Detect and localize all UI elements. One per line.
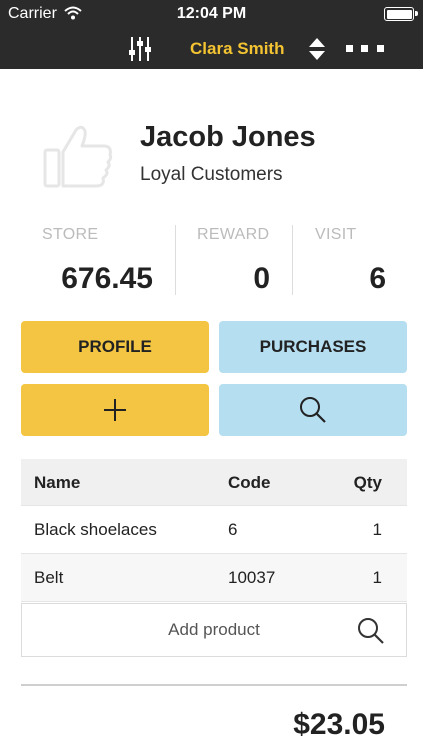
- plus-icon: [104, 399, 126, 421]
- stat-store-value: 676.45: [61, 262, 153, 295]
- row-code: 10037: [228, 568, 276, 587]
- thumbs-up-icon: [42, 122, 116, 192]
- sort-arrows-icon[interactable]: [307, 36, 327, 62]
- stat-reward-label: REWARD: [197, 226, 270, 243]
- stat-divider: [292, 225, 293, 295]
- add-button[interactable]: [21, 384, 209, 436]
- current-user[interactable]: Clara Smith: [190, 35, 284, 63]
- purchases-button[interactable]: PURCHASES: [219, 321, 407, 373]
- table-row[interactable]: Belt 10037 1: [21, 554, 407, 602]
- row-code: 6: [228, 520, 238, 539]
- stat-store-label: STORE: [42, 226, 99, 243]
- row-qty: 1: [372, 568, 382, 587]
- stat-visit: VISIT 6: [315, 224, 386, 296]
- search-icon[interactable]: [356, 616, 386, 646]
- customer-name: Jacob Jones: [140, 121, 316, 153]
- nav-bar: Clara Smith: [0, 28, 423, 69]
- header-qty: Qty: [353, 473, 382, 492]
- row-name: Black shoelaces: [34, 520, 157, 539]
- stat-visit-value: 6: [369, 262, 386, 295]
- header-code: Code: [228, 473, 271, 492]
- products-table: Name Code Qty Black shoelaces 6 1 Belt 1…: [21, 459, 407, 602]
- stat-divider: [175, 225, 176, 295]
- profile-button[interactable]: PROFILE: [21, 321, 209, 373]
- divider: [21, 684, 407, 686]
- add-product-placeholder: Add product: [168, 620, 260, 639]
- search-button[interactable]: [219, 384, 407, 436]
- stat-store: STORE 676.45: [42, 224, 155, 296]
- battery-icon: [384, 7, 418, 21]
- row-name: Belt: [34, 568, 64, 587]
- order-total: $23.05: [293, 708, 385, 741]
- stat-visit-label: VISIT: [315, 226, 357, 243]
- stat-reward-value: 0: [253, 262, 270, 295]
- search-icon: [300, 397, 326, 423]
- stat-reward: REWARD 0: [197, 224, 272, 296]
- table-header: Name Code Qty: [21, 459, 407, 506]
- status-bar: Carrier 12:04 PM: [0, 0, 423, 28]
- sliders-icon[interactable]: [125, 35, 155, 63]
- row-qty: 1: [372, 520, 382, 539]
- status-time: 12:04 PM: [176, 5, 247, 22]
- header-name: Name: [34, 473, 81, 492]
- customer-group: Loyal Customers: [140, 164, 283, 185]
- table-row[interactable]: Black shoelaces 6 1: [21, 506, 407, 554]
- add-product-input[interactable]: Add product: [21, 603, 407, 657]
- more-dots-icon[interactable]: [340, 43, 386, 55]
